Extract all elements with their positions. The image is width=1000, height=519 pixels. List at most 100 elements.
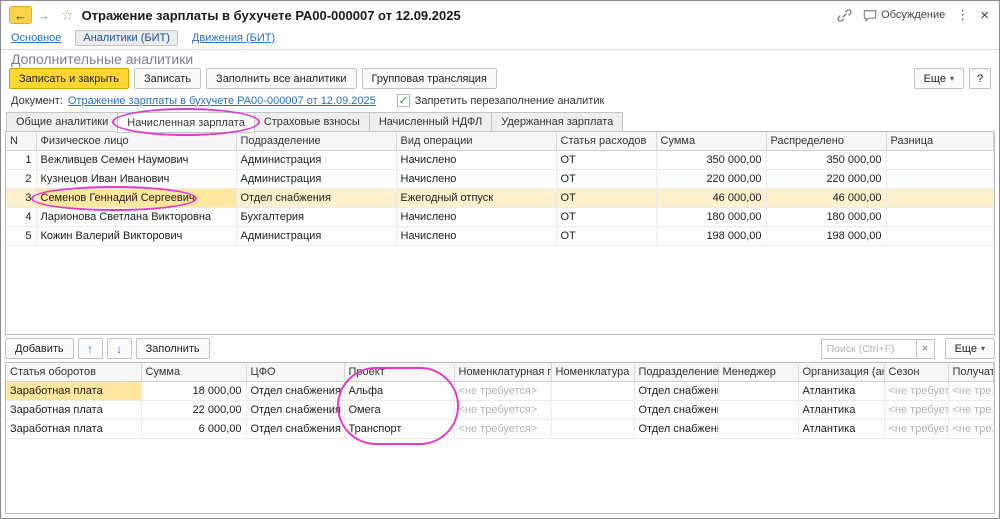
cell-department[interactable]: Отдел снабжения [634,381,718,400]
search-clear-icon[interactable]: × [917,339,935,359]
cell-recipient[interactable]: <не тре... [948,381,994,400]
kebab-menu-icon[interactable]: ⋮ [956,7,969,23]
cell-sum[interactable]: 46 000,00 [656,188,766,207]
cell-person-focused[interactable]: Семенов Геннадий Сергеевич [36,188,236,207]
cell-sum[interactable]: 18 000,00 [141,381,246,400]
fill-button[interactable]: Заполнить [136,338,210,359]
nav-tab-main[interactable]: Основное [11,32,61,44]
cell-expense[interactable]: ОТ [556,188,656,207]
cell-person[interactable]: Кузнецов Иван Иванович [36,169,236,188]
table-row[interactable]: 2 Кузнецов Иван Иванович Администрация Н… [6,169,994,188]
cell-person[interactable]: Вежливцев Семен Наумович [36,150,236,169]
cell-sum[interactable]: 180 000,00 [656,207,766,226]
cell-nom-group[interactable]: <не требуется> [454,381,551,400]
cell-recipient[interactable]: <не тре... [948,400,994,419]
cell-organization[interactable]: Атлантика [798,381,884,400]
table-row[interactable]: Заработная плата 22 000,00 Отдел снабжен… [6,400,994,419]
move-down-button[interactable]: ↓ [107,338,132,359]
tab-accrued-salary[interactable]: Начисленная зарплата [117,112,254,133]
col-header-operation[interactable]: Вид операции [396,132,556,150]
cell-difference[interactable] [886,188,994,207]
cell-manager[interactable] [718,400,798,419]
col-header-turnover[interactable]: Статья оборотов [6,363,141,381]
cell-department[interactable]: Администрация [236,150,396,169]
prevent-refill-checkbox[interactable]: ✓ [397,94,410,107]
cell-n[interactable]: 5 [6,226,36,245]
cell-turnover[interactable]: Заработная плата [6,419,141,438]
table-row[interactable]: 5 Кожин Валерий Викторович Администрация… [6,226,994,245]
tab-insurance[interactable]: Страховые взносы [254,112,369,132]
cell-project[interactable]: Омега [344,400,454,419]
cell-nom-group[interactable]: <не требуется> [454,419,551,438]
cell-distributed[interactable]: 350 000,00 [766,150,886,169]
cell-sum[interactable]: 350 000,00 [656,150,766,169]
search-input[interactable] [821,339,917,359]
table-row-selected[interactable]: 3 Семенов Геннадий Сергеевич Отдел снабж… [6,188,994,207]
cell-department[interactable]: Администрация [236,226,396,245]
cell-operation[interactable]: Начислено [396,169,556,188]
cell-department[interactable]: Отдел снабжения [634,419,718,438]
cell-organization[interactable]: Атлантика [798,419,884,438]
group-translation-button[interactable]: Групповая трансляция [362,68,497,89]
save-button[interactable]: Записать [134,68,201,89]
cell-manager[interactable] [718,381,798,400]
cell-manager[interactable] [718,419,798,438]
cell-expense[interactable]: ОТ [556,226,656,245]
cell-season[interactable]: <не требуется> [884,381,948,400]
save-and-close-button[interactable]: Записать и закрыть [9,68,129,89]
add-button[interactable]: Добавить [5,338,74,359]
tab-withheld-salary[interactable]: Удержанная зарплата [491,112,623,132]
cell-sum[interactable]: 198 000,00 [656,226,766,245]
cell-season[interactable]: <не требуется> [884,400,948,419]
tab-general-analytics[interactable]: Общие аналитики [6,112,117,132]
cell-department[interactable]: Отдел снабжения [634,400,718,419]
more-button-lower[interactable]: Еще▾ [945,338,995,359]
cell-person[interactable]: Кожин Валерий Викторович [36,226,236,245]
back-button[interactable]: ← [9,6,32,24]
discussion-button[interactable]: Обсуждение [863,9,945,22]
favorite-star-icon[interactable]: ☆ [61,7,74,24]
table-row[interactable]: 1 Вежливцев Семен Наумович Администрация… [6,150,994,169]
cell-distributed[interactable]: 220 000,00 [766,169,886,188]
nav-tab-movements[interactable]: Движения (БИТ) [192,32,275,44]
cell-n[interactable]: 4 [6,207,36,226]
cell-nomenclature[interactable] [551,419,634,438]
cell-department[interactable]: Отдел снабжения [236,188,396,207]
nav-tab-analytics[interactable]: Аналитики (БИТ) [75,30,177,46]
col-header-manager[interactable]: Менеджер [718,363,798,381]
forward-button[interactable]: → [32,6,55,24]
table-row[interactable]: 4 Ларионова Светлана Викторовна Бухгалте… [6,207,994,226]
cell-difference[interactable] [886,226,994,245]
col-header-expense[interactable]: Статья расходов [556,132,656,150]
cell-person[interactable]: Ларионова Светлана Викторовна [36,207,236,226]
cell-difference[interactable] [886,150,994,169]
cell-department[interactable]: Бухгалтерия [236,207,396,226]
prevent-refill-label[interactable]: Запретить перезаполнение аналитик [415,95,605,107]
cell-operation[interactable]: Начислено [396,150,556,169]
col-header-sum[interactable]: Сумма [141,363,246,381]
table-row[interactable]: Заработная плата 18 000,00 Отдел снабжен… [6,381,994,400]
cell-cfo[interactable]: Отдел снабжения [246,400,344,419]
cell-expense[interactable]: ОТ [556,207,656,226]
cell-project[interactable]: Транспорт [344,419,454,438]
cell-sum[interactable]: 22 000,00 [141,400,246,419]
cell-n[interactable]: 1 [6,150,36,169]
cell-difference[interactable] [886,169,994,188]
cell-turnover-focused[interactable]: Заработная плата [6,381,141,400]
col-header-recipient[interactable]: Получат... [948,363,994,381]
col-header-nomenclature[interactable]: Номенклатура [551,363,634,381]
cell-nom-group[interactable]: <не требуется> [454,400,551,419]
cell-turnover[interactable]: Заработная плата [6,400,141,419]
cell-expense[interactable]: ОТ [556,169,656,188]
cell-project[interactable]: Альфа [344,381,454,400]
col-header-difference[interactable]: Разница [886,132,994,150]
help-button[interactable]: ? [969,68,991,89]
tab-ndfl[interactable]: Начисленный НДФЛ [369,112,491,132]
cell-distributed[interactable]: 46 000,00 [766,188,886,207]
table-row[interactable]: Заработная плата 6 000,00 Отдел снабжени… [6,419,994,438]
more-button[interactable]: Еще▾ [914,68,964,89]
cell-expense[interactable]: ОТ [556,150,656,169]
cell-cfo[interactable]: Отдел снабжения [246,381,344,400]
cell-operation[interactable]: Начислено [396,226,556,245]
col-header-season[interactable]: Сезон [884,363,948,381]
